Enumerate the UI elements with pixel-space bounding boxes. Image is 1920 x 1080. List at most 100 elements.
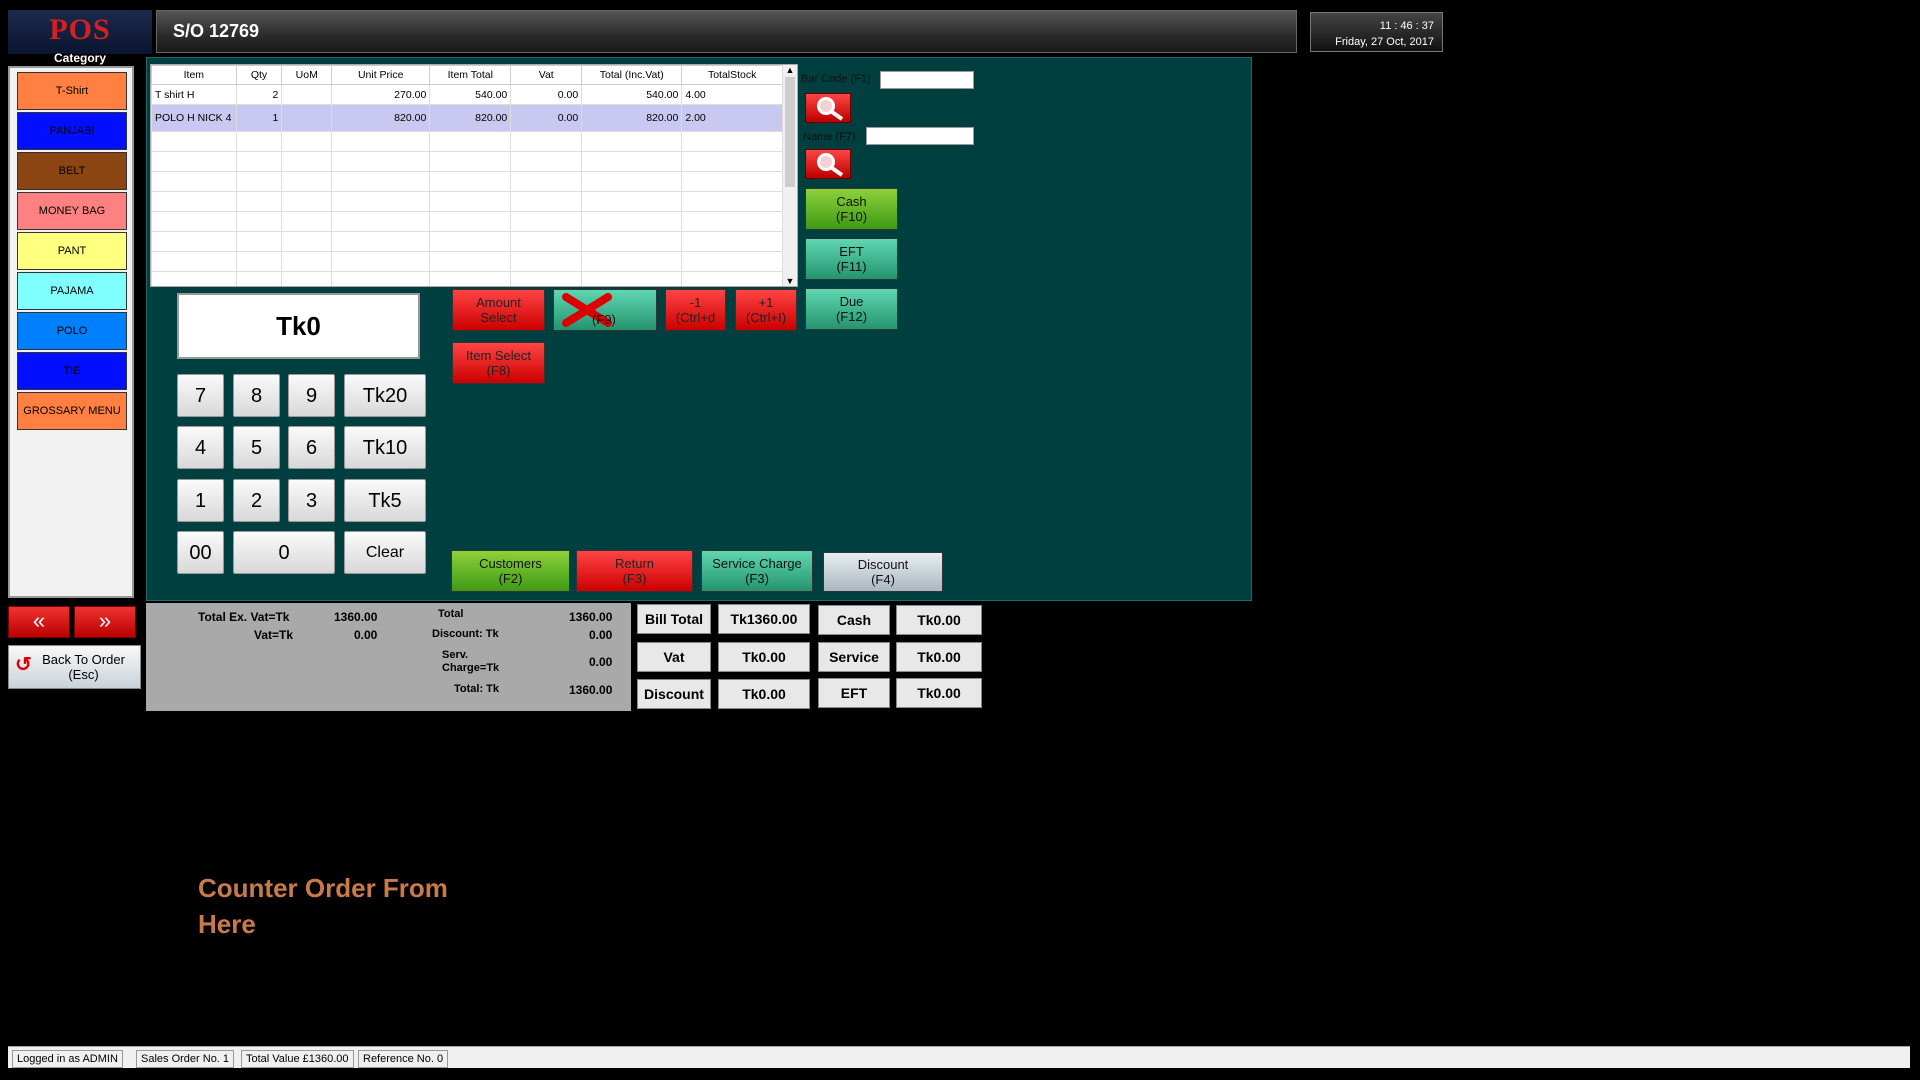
key-00[interactable]: 00	[177, 531, 224, 574]
column-header[interactable]: TotalStock	[681, 65, 783, 85]
next-page-button[interactable]: »	[74, 606, 136, 638]
due-button[interactable]: Due (F12)	[805, 288, 898, 330]
discount-summary-label: Discount	[637, 679, 711, 709]
scroll-thumb[interactable]	[785, 77, 795, 187]
table-cell	[331, 131, 431, 152]
key-1[interactable]: 1	[177, 479, 224, 522]
name-search-button[interactable]	[805, 149, 851, 179]
table-cell	[235, 191, 283, 212]
table-cell	[151, 131, 237, 152]
category-button[interactable]: TIE	[17, 352, 127, 390]
column-header[interactable]: Item	[151, 65, 237, 85]
search-icon	[817, 153, 844, 177]
amount-select-label: Amount	[476, 295, 521, 310]
key-7[interactable]: 7	[177, 374, 224, 417]
table-row[interactable]	[151, 191, 783, 212]
table-cell	[510, 151, 583, 172]
discount-button[interactable]: Discount (F4)	[823, 552, 943, 592]
table-row[interactable]	[151, 231, 783, 252]
customers-button[interactable]: Customers (F2)	[451, 550, 570, 592]
key-5[interactable]: 5	[233, 426, 280, 469]
category-button[interactable]: GROSSARY MENU	[17, 392, 127, 430]
increment-shortcut: (Ctrl+I)	[745, 310, 787, 325]
key-tk5[interactable]: Tk5	[344, 479, 426, 522]
table-row[interactable]	[151, 131, 783, 152]
category-button[interactable]: PAJAMA	[17, 272, 127, 310]
category-button[interactable]: POLO	[17, 312, 127, 350]
category-label: Category	[53, 51, 106, 65]
key-6[interactable]: 6	[288, 426, 335, 469]
total-value: 1360.00	[569, 610, 613, 624]
table-cell	[281, 151, 333, 172]
category-button[interactable]: PANJABI	[17, 112, 127, 150]
column-header[interactable]: Item Total	[429, 65, 512, 85]
table-cell: 820.00	[581, 104, 683, 132]
table-cell: 540.00	[581, 84, 683, 105]
table-cell: 2.00	[681, 104, 783, 132]
table-cell	[429, 131, 512, 152]
column-header[interactable]: Qty	[235, 65, 283, 85]
grid-scrollbar[interactable]: ▲ ▼	[782, 65, 797, 286]
annotation-line-1: Counter Order From	[198, 873, 448, 903]
vat-label: Vat=Tk	[254, 628, 294, 642]
scroll-up-icon[interactable]: ▲	[783, 65, 797, 75]
table-cell	[581, 131, 683, 152]
key-4[interactable]: 4	[177, 426, 224, 469]
category-button[interactable]: PANT	[17, 232, 127, 270]
table-row[interactable]	[151, 211, 783, 232]
key-9[interactable]: 9	[288, 374, 335, 417]
table-cell: 270.00	[331, 84, 431, 105]
key-tk20[interactable]: Tk20	[344, 374, 426, 417]
grand-total-label: Total: Tk	[454, 683, 500, 695]
category-button[interactable]: MONEY BAG	[17, 192, 127, 230]
item-select-button[interactable]: Item Select (F8)	[452, 342, 545, 384]
category-button[interactable]: BELT	[17, 152, 127, 190]
key-tk10[interactable]: Tk10	[344, 426, 426, 469]
service-charge-button[interactable]: Service Charge (F3)	[701, 550, 813, 592]
search-icon	[817, 97, 844, 121]
table-cell	[281, 131, 333, 152]
service-summary-label: Service	[818, 642, 890, 672]
prev-page-button[interactable]: «	[8, 606, 70, 638]
scroll-down-icon[interactable]: ▼	[783, 276, 797, 286]
table-cell	[681, 231, 783, 252]
annotation-line-2: Here	[198, 909, 256, 939]
table-cell	[510, 251, 583, 272]
key-8[interactable]: 8	[233, 374, 280, 417]
clear-button[interactable]: Clear	[344, 531, 426, 574]
key-2[interactable]: 2	[233, 479, 280, 522]
barcode-search-button[interactable]	[805, 93, 851, 123]
table-cell	[429, 271, 512, 286]
column-header[interactable]: Unit Price	[331, 65, 431, 85]
table-cell	[151, 151, 237, 172]
table-row[interactable]	[151, 171, 783, 192]
table-cell	[510, 211, 583, 232]
column-header[interactable]: Vat	[510, 65, 583, 85]
name-input[interactable]	[866, 127, 974, 145]
increment-qty-button[interactable]: +1 (Ctrl+I)	[735, 289, 797, 331]
back-to-order-button[interactable]: ↺ Back To Order (Esc)	[8, 645, 141, 689]
back-label: Back To Order	[42, 652, 125, 667]
eft-button[interactable]: EFT (F11)	[805, 238, 898, 280]
category-list: T-Shirt PANJABI BELT MONEY BAG PANT PAJAMA POL…	[8, 66, 134, 598]
column-header[interactable]: Total (Inc.Vat)	[581, 65, 683, 85]
decrement-qty-button[interactable]: -1 (Ctrl+d	[665, 289, 726, 331]
delete-item-button[interactable]: (F9)	[553, 289, 657, 331]
table-cell	[281, 171, 333, 192]
amount-select-button[interactable]: Amount Select	[452, 289, 545, 331]
category-button[interactable]: T-Shirt	[17, 72, 127, 110]
table-row[interactable]: T shirt H 2 270.00 540.00 0.00 540.00 4.00	[151, 84, 783, 105]
table-row[interactable]: POLO H NICK 4 1 820.00 820.00 0.00 820.00 2.00	[151, 104, 783, 132]
table-row[interactable]	[151, 271, 783, 286]
key-3[interactable]: 3	[288, 479, 335, 522]
cash-button[interactable]: Cash (F10)	[805, 188, 898, 230]
column-header[interactable]: UoM	[281, 65, 333, 85]
table-row[interactable]	[151, 151, 783, 172]
ex-vat-label: Total Ex. Vat=Tk	[198, 610, 290, 624]
return-button[interactable]: Return (F3)	[576, 550, 693, 592]
table-row[interactable]	[151, 251, 783, 272]
key-0[interactable]: 0	[233, 531, 335, 574]
table-cell	[331, 251, 431, 272]
table-cell	[235, 131, 283, 152]
barcode-input[interactable]	[880, 71, 974, 89]
